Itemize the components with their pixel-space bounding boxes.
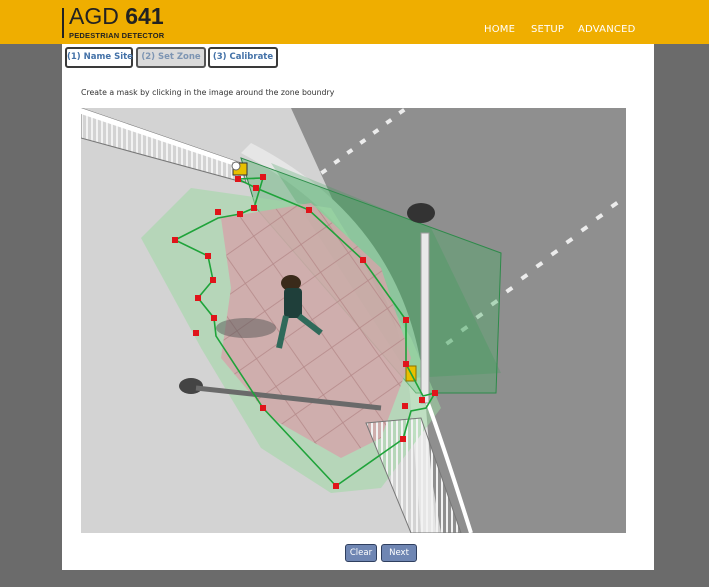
logo-subtitle: PEDESTRIAN DETECTOR: [69, 31, 165, 40]
mask-point[interactable]: [215, 209, 221, 215]
mask-point[interactable]: [205, 253, 211, 259]
clear-button[interactable]: Clear: [345, 544, 377, 562]
logo-divider: [62, 8, 64, 38]
mask-point[interactable]: [172, 237, 178, 243]
mask-point[interactable]: [306, 207, 312, 213]
pedestrian-body: [284, 288, 302, 318]
nav-home[interactable]: HOME: [484, 24, 515, 35]
pedestrian-shadow: [216, 318, 276, 338]
content-panel: (1) Name Site (2) Set Zone (3) Calibrate…: [62, 44, 654, 570]
mask-point[interactable]: [419, 397, 425, 403]
mask-point[interactable]: [403, 361, 409, 367]
mask-point[interactable]: [402, 403, 408, 409]
nav-setup[interactable]: SETUP: [531, 24, 564, 35]
tab-set-zone[interactable]: (2) Set Zone: [136, 47, 206, 68]
mask-point[interactable]: [432, 390, 438, 396]
tab-name-site[interactable]: (1) Name Site: [65, 47, 133, 68]
logo-model: 641: [125, 3, 164, 29]
camera-image[interactable]: [81, 108, 626, 533]
mask-point[interactable]: [237, 211, 243, 217]
mask-point[interactable]: [193, 330, 199, 336]
scene-svg[interactable]: [81, 108, 626, 533]
next-button[interactable]: Next: [381, 544, 417, 562]
mask-point[interactable]: [360, 257, 366, 263]
mask-point[interactable]: [210, 277, 216, 283]
nav-advanced[interactable]: ADVANCED: [578, 24, 636, 35]
mask-point[interactable]: [235, 176, 241, 182]
instruction-text: Create a mask by clicking in the image a…: [81, 88, 335, 97]
mask-point[interactable]: [333, 483, 339, 489]
logo-title: AGD 641: [69, 3, 164, 29]
mask-point[interactable]: [260, 174, 266, 180]
logo-brand: AGD: [69, 3, 119, 29]
mask-point[interactable]: [400, 436, 406, 442]
header-bar: AGD 641 PEDESTRIAN DETECTOR HOME SETUP A…: [0, 0, 709, 44]
tab-calibrate[interactable]: (3) Calibrate: [208, 47, 278, 68]
lamp-head: [407, 203, 435, 223]
lamp-post: [420, 232, 430, 404]
sensor-lens: [231, 161, 241, 171]
mask-point[interactable]: [403, 317, 409, 323]
mask-point[interactable]: [211, 315, 217, 321]
mask-point[interactable]: [195, 295, 201, 301]
mask-point[interactable]: [251, 205, 257, 211]
mask-point[interactable]: [253, 185, 259, 191]
mask-point[interactable]: [260, 405, 266, 411]
